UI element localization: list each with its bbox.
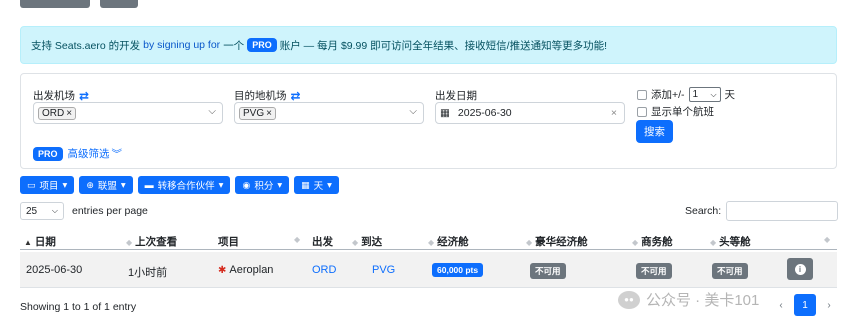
cell-origin[interactable]: ORD: [312, 264, 336, 276]
origin-label: 出发机场 ⇄: [33, 88, 90, 103]
calendar-icon: ▦: [301, 179, 310, 190]
page-size-select[interactable]: 25 ⌵: [20, 202, 64, 220]
swap-icon[interactable]: ⇄: [291, 89, 301, 103]
date-label: 出发日期: [435, 90, 477, 102]
card-icon: ▬: [144, 180, 154, 190]
top-button-2[interactable]: [100, 0, 138, 8]
chevron-down-icon: ⌵: [208, 106, 216, 117]
entries-control: 25 ⌵ entries per page: [20, 202, 148, 220]
cell-destination[interactable]: PVG: [372, 264, 395, 276]
chevron-down-icon: ⌵: [409, 106, 417, 117]
sort-icon: ◆: [824, 235, 831, 244]
cell-program: ✱ Aeroplan: [218, 264, 274, 276]
pagination: ‹ 1 ›: [770, 294, 840, 316]
economy-badge[interactable]: 60,000 pts: [432, 263, 484, 277]
col-premium[interactable]: ◆ 豪华经济舱: [526, 234, 588, 249]
table-row[interactable]: 2025-06-30 1小时前 ✱ Aeroplan ORD PVG 60,000…: [20, 252, 837, 288]
search-button[interactable]: 搜索: [636, 120, 673, 143]
dest-label: 目的地机场 ⇄: [234, 88, 301, 103]
maple-leaf-icon: ✱: [218, 265, 227, 276]
showing-text: Showing 1 to 1 of 1 entry: [20, 301, 137, 313]
cell-last-seen: 1小时前: [128, 267, 168, 279]
filter-points-button[interactable]: ◉ 积分 ▾: [235, 176, 290, 194]
origin-tag: ORD ×: [38, 106, 77, 120]
remove-icon[interactable]: ×: [66, 108, 72, 119]
top-buttons: [20, 0, 138, 8]
info-button[interactable]: i: [787, 258, 813, 280]
watermark: ●● 公众号 · 美卡101: [618, 289, 759, 310]
table-header: ▲ 日期 ◆ 上次查看 项目 ◆ 出发 ◆ 到达 ◆ 经济舱 ◆ 豪华经济舱 ◆ 商务舱 ◆…: [20, 230, 837, 250]
first-badge: 不可用: [712, 263, 748, 279]
col-last-seen[interactable]: ◆ 上次查看: [126, 234, 177, 249]
globe-icon: ⊕: [86, 179, 94, 190]
wechat-icon: ●●: [618, 290, 640, 309]
double-chevron-down-icon: ︾: [111, 148, 123, 160]
add-days-select[interactable]: 1 ⌵: [688, 87, 721, 102]
prev-page-button[interactable]: ‹: [770, 294, 792, 316]
calendar-icon: ▦: [440, 107, 450, 119]
col-origin[interactable]: 出发: [312, 234, 333, 249]
business-badge: 不可用: [636, 263, 672, 279]
date-value: 2025-06-30: [457, 107, 512, 119]
banner-prefix: 支持 Seats.aero 的开发: [31, 39, 141, 52]
banner-suffix: 账户 — 每月 $9.99 即可访问全年结果、接收短信/推送通知等更多功能!: [279, 39, 607, 52]
search-input[interactable]: [726, 201, 839, 221]
coins-icon: ◉: [242, 179, 251, 190]
filter-alliance-button[interactable]: ⊕ 联盟 ▾: [79, 176, 133, 194]
dest-select[interactable]: PVG × ⌵: [234, 102, 424, 124]
clear-icon[interactable]: ×: [611, 107, 617, 119]
col-first[interactable]: ◆ 头等舱: [710, 234, 751, 249]
pro-badge: PRO: [33, 146, 63, 161]
table-search: Search:: [685, 201, 839, 221]
info-icon: i: [794, 263, 806, 275]
pro-badge: PRO: [247, 38, 277, 52]
single-flight-row: 显示单个航班: [637, 104, 714, 119]
col-program[interactable]: 项目: [218, 234, 239, 249]
banner-middle: 一个: [223, 39, 245, 52]
search-panel: 出发机场 ⇄ ORD × ⌵ 目的地机场 ⇄ PVG × ⌵ 出发日期 ▦ 2025-0…: [20, 73, 837, 169]
pro-banner: 支持 Seats.aero 的开发 by signing up for 一个 P…: [20, 26, 837, 64]
col-business[interactable]: ◆ 商务舱: [632, 234, 673, 249]
next-page-button[interactable]: ›: [818, 294, 840, 316]
sort-icon: ◆: [294, 235, 301, 244]
filter-bar: ▭ 项目 ▾ ⊕ 联盟 ▾ ▬ 转移合作伙伴 ▾ ◉ 积分 ▾ ▦ 天 ▾: [20, 176, 339, 194]
page-button[interactable]: 1: [794, 294, 816, 316]
col-date[interactable]: ▲ 日期: [24, 234, 56, 249]
add-days-row: 添加+/- 1 ⌵ 天: [637, 87, 735, 102]
cell-date: 2025-06-30: [26, 264, 83, 276]
remove-icon[interactable]: ×: [266, 108, 272, 119]
dest-tag: PVG ×: [239, 106, 276, 120]
top-button-1[interactable]: [20, 0, 90, 8]
signup-link[interactable]: by signing up for: [143, 39, 220, 51]
filter-days-button[interactable]: ▦ 天 ▾: [294, 176, 339, 194]
date-input[interactable]: ▦ 2025-06-30 ×: [435, 102, 625, 124]
add-days-checkbox[interactable]: [637, 89, 647, 100]
col-destination[interactable]: ◆ 到达: [352, 234, 382, 249]
filter-program-button[interactable]: ▭ 项目 ▾: [20, 176, 75, 194]
premium-badge: 不可用: [530, 263, 566, 279]
swap-icon[interactable]: ⇄: [79, 89, 89, 103]
origin-select[interactable]: ORD × ⌵: [33, 102, 223, 124]
single-flight-checkbox[interactable]: [637, 106, 647, 117]
col-economy[interactable]: ◆ 经济舱: [428, 234, 469, 249]
ticket-icon: ▭: [27, 179, 36, 190]
filter-transfer-button[interactable]: ▬ 转移合作伙伴 ▾: [137, 176, 231, 194]
advanced-filter-toggle[interactable]: PRO 高级筛选 ︾: [33, 146, 122, 161]
